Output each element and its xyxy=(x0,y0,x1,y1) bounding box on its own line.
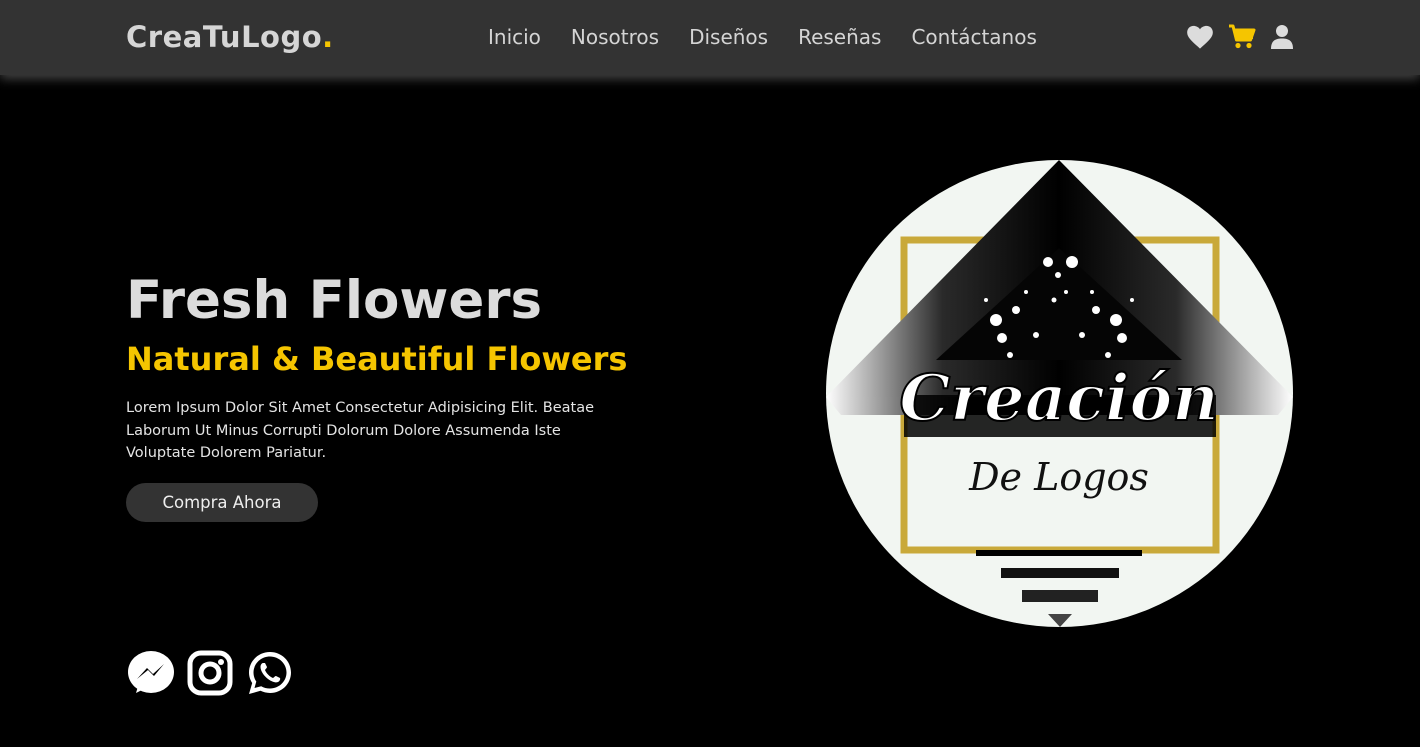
hero-description: Lorem Ipsum Dolor Sit Amet Consectetur A… xyxy=(126,400,595,461)
heart-icon[interactable] xyxy=(1186,24,1214,54)
nav-contactanos[interactable]: Contáctanos xyxy=(911,25,1036,49)
nav-nosotros[interactable]: Nosotros xyxy=(571,25,659,49)
messenger-icon[interactable] xyxy=(126,649,174,697)
instagram-icon[interactable] xyxy=(186,649,234,697)
nav-disenos[interactable]: Diseños xyxy=(689,25,768,49)
social-links xyxy=(126,649,294,697)
brand-name: CreaTuLogo xyxy=(126,20,323,54)
nav-resenas[interactable]: Reseñas xyxy=(798,25,881,49)
brand-logo[interactable]: CreaTuLogo. xyxy=(126,20,334,54)
user-icon[interactable] xyxy=(1270,24,1294,54)
buy-now-button[interactable]: Compra Ahora xyxy=(126,483,318,522)
brand-dot: . xyxy=(322,20,334,54)
hero-logo-image: Creación De Logos xyxy=(826,160,1293,627)
whatsapp-icon[interactable] xyxy=(246,649,294,697)
nav-inicio[interactable]: Inicio xyxy=(488,25,541,49)
cart-icon[interactable] xyxy=(1228,24,1256,54)
hero-title: Fresh Flowers xyxy=(126,270,543,331)
top-navbar: CreaTuLogo. Inicio Nosotros Diseños Rese… xyxy=(0,0,1420,75)
logo-subtitle-text: De Logos xyxy=(968,455,1149,499)
logo-script-text: Creación xyxy=(899,361,1218,436)
header-actions xyxy=(1186,24,1294,54)
main-nav: Inicio Nosotros Diseños Reseñas Contácta… xyxy=(488,25,1067,49)
hero-subtitle: Natural & Beautiful Flowers xyxy=(126,340,628,378)
